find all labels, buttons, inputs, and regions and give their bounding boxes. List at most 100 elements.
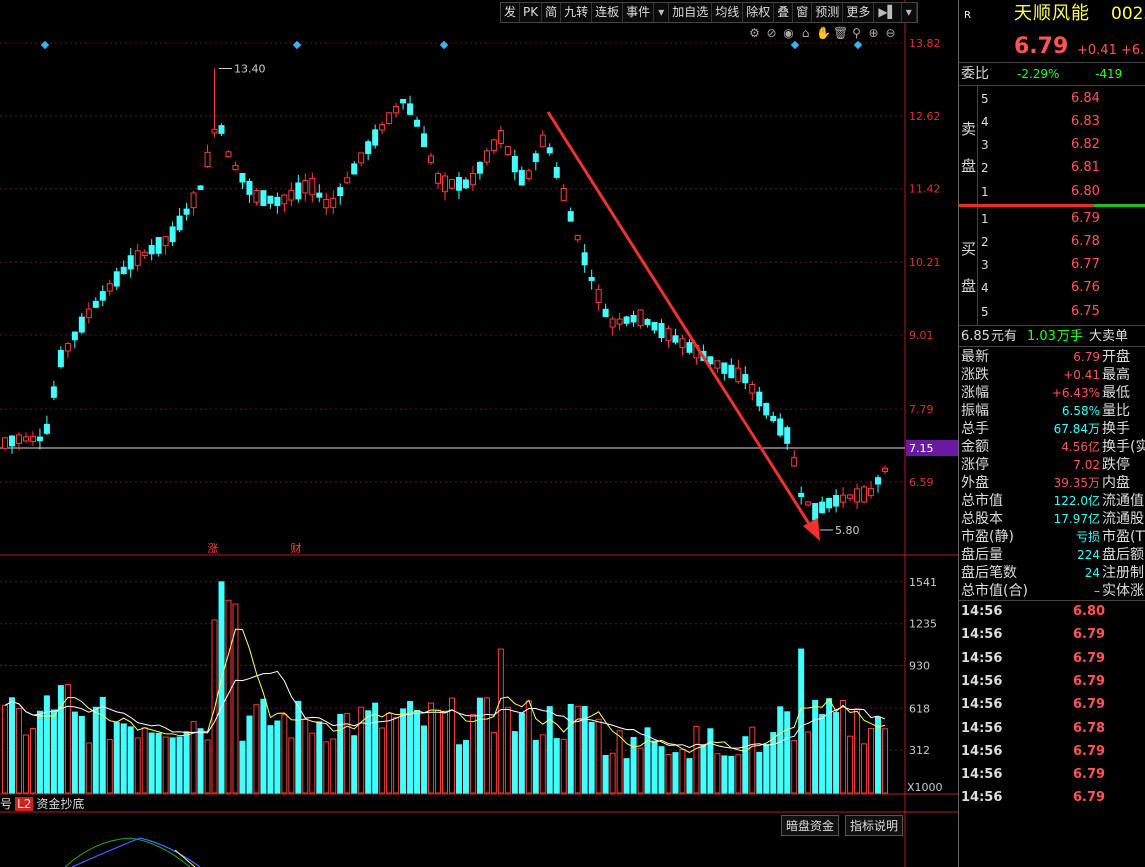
volume-bar	[721, 755, 728, 794]
buy-price[interactable]: 6.76	[1071, 279, 1100, 297]
volume-bar	[176, 736, 183, 794]
volume-bar	[232, 603, 239, 794]
sell-price[interactable]: 6.80	[1071, 183, 1100, 201]
volume-bar	[43, 695, 50, 794]
candle-body	[64, 343, 71, 352]
candle-body	[637, 309, 644, 327]
event-marker-cai: 财	[291, 541, 302, 555]
candle-body	[421, 133, 428, 148]
stat-label: 量比	[1102, 403, 1130, 419]
chevron-down-icon[interactable]: ▾	[654, 3, 670, 22]
trash-icon[interactable]: 🗑	[833, 26, 848, 40]
stock-pct: +6.4	[1121, 43, 1145, 58]
buy-price[interactable]: 6.79	[1071, 210, 1100, 228]
weibi-label: 委比	[961, 66, 989, 82]
volume-bar	[777, 706, 784, 794]
toolbar-item[interactable]: 事件	[623, 3, 655, 22]
toolbar-item[interactable]: 叠	[774, 3, 794, 22]
candle-body	[92, 300, 99, 308]
toolbar-item[interactable]: 预测	[812, 3, 844, 22]
volume-bar	[50, 709, 57, 794]
volume-bar	[588, 721, 595, 794]
volume-bar	[525, 700, 532, 794]
magnet-icon[interactable]: ⊘	[765, 26, 778, 40]
volume-bar	[784, 711, 791, 794]
candle-body	[574, 234, 581, 241]
tab-label[interactable]: 号	[0, 795, 12, 812]
tick-row: 14:56 6.80	[959, 603, 1145, 621]
toolbar-item[interactable]: 加自选	[669, 3, 713, 22]
pin-icon[interactable]: ⚲	[850, 26, 863, 40]
settings-icon[interactable]: ⚙	[748, 26, 761, 40]
candle-body	[43, 423, 50, 434]
volume-bar	[64, 683, 71, 794]
buy-price[interactable]: 6.75	[1071, 303, 1100, 321]
volume-bar	[679, 748, 686, 794]
volume-bar	[819, 713, 826, 794]
toolbar-item[interactable]: 均线	[712, 3, 744, 22]
sell-price[interactable]: 6.84	[1071, 90, 1100, 108]
tick-price: 6.79	[1073, 767, 1106, 783]
toolbar-item[interactable]: 连板	[592, 3, 624, 22]
candle-body	[358, 152, 365, 164]
volume-bar	[323, 741, 330, 794]
toolbar-item[interactable]: PK	[520, 3, 543, 22]
stat-label: 总市值	[961, 493, 1003, 509]
candle-body	[581, 252, 588, 266]
stat-row: 总市值 122.0亿 流通值	[959, 492, 1145, 510]
indicator-help-button[interactable]: 指标说明	[845, 815, 904, 836]
candle-body	[791, 457, 798, 467]
sell-level: 1	[981, 185, 989, 199]
trend-arrow-line	[546, 111, 815, 531]
tab-fund-bottom[interactable]: 资金抄底	[36, 795, 84, 812]
stat-value: 17.97亿	[1053, 512, 1100, 526]
stock-change: +0.41	[1077, 43, 1117, 58]
buy-price[interactable]: 6.77	[1071, 256, 1100, 274]
candle-body	[735, 367, 742, 383]
toolbar-item[interactable]: 除权	[743, 3, 775, 22]
sell-price[interactable]: 6.82	[1071, 136, 1100, 154]
hand-icon[interactable]: ✋	[816, 26, 831, 40]
volume-bar	[805, 731, 812, 794]
volume-bar	[560, 738, 567, 794]
volume-bar	[833, 712, 840, 794]
zoom-in-icon[interactable]: ⊕	[867, 26, 880, 40]
candle-body	[644, 319, 651, 326]
buy-price[interactable]: 6.78	[1071, 233, 1100, 251]
volume-bar	[344, 713, 351, 794]
candle-body	[260, 190, 267, 206]
eye-icon[interactable]: ◉	[782, 26, 795, 40]
candle-body	[8, 435, 15, 447]
toolbar-item[interactable]: 简	[542, 3, 562, 22]
toolbar-item[interactable]: 更多	[843, 3, 875, 22]
candle-body	[281, 194, 288, 205]
stat-label: 流通股	[1102, 511, 1144, 527]
stat-value: 6.58%	[1061, 404, 1100, 418]
candle-body	[658, 323, 665, 338]
volume-bar	[92, 706, 99, 794]
volume-bar	[462, 739, 469, 794]
candle-body	[854, 488, 861, 503]
candle-body	[602, 308, 609, 318]
sell-price[interactable]: 6.81	[1071, 159, 1100, 177]
sell-price[interactable]: 6.83	[1071, 113, 1100, 131]
lock-icon[interactable]: ⌂	[799, 26, 812, 40]
zoom-out-icon[interactable]: ⊖	[884, 26, 897, 40]
collapse-icon[interactable]: ▶▌	[874, 3, 902, 22]
stat-value: 4.56亿	[1061, 440, 1100, 454]
tick-price: 6.79	[1073, 627, 1106, 643]
candle-body	[567, 211, 574, 222]
stock-name[interactable]: 天顺风能	[1014, 5, 1090, 23]
candle-body	[840, 494, 847, 503]
dark-fund-button[interactable]: 暗盘资金	[781, 815, 840, 836]
tick-row: 14:56 6.79	[959, 696, 1145, 714]
candle-body	[518, 169, 525, 186]
chevron-down-icon[interactable]: ▾	[902, 3, 917, 22]
kline-chart[interactable]: 13.82 12.62 11.42 10.21 9.01 7.79 6.59 7.15 13.4…	[0, 0, 958, 867]
volume-bar	[518, 712, 525, 794]
toolbar-item[interactable]: 发	[501, 3, 521, 22]
candle-body	[71, 331, 78, 341]
stat-row: 涨停 7.02 跌停	[959, 456, 1145, 474]
toolbar-item[interactable]: 窗	[793, 3, 813, 22]
toolbar-item[interactable]: 九转	[561, 3, 593, 22]
